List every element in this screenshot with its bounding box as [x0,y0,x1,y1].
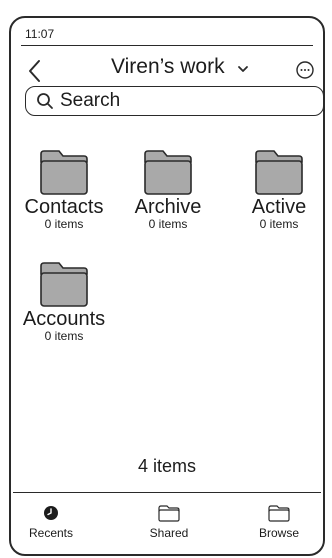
folder-icon [255,150,303,195]
folder-item[interactable]: Accounts 0 items [14,260,114,343]
folder-name: Active [251,196,307,218]
tab-recents[interactable]: Recents [16,504,86,540]
folder-icon [158,505,180,522]
folder-name: Contacts [24,196,104,218]
tab-label: Browse [258,526,299,540]
search-input[interactable]: Search [25,86,324,116]
folder-icon [40,150,88,195]
folder-count: 0 items [148,217,188,231]
folder-item[interactable]: Archive 0 items [118,148,218,231]
folder-icon [268,505,290,522]
folder-name: Archive [134,196,202,218]
title-dropdown[interactable]: Viren’s work [111,55,249,79]
item-total: 4 items [137,456,197,476]
chevron-down-icon [237,66,248,72]
tab-label: Shared [149,526,189,540]
tab-shared[interactable]: Shared [134,504,204,540]
phone-frame: 11:07 Viren’s work Search Contacts 0 ite… [9,16,325,556]
page-title: Viren’s work [111,55,225,78]
folder-item[interactable]: Active 0 items [229,148,329,231]
folder-icon [144,150,192,195]
status-time: 11:07 [25,27,55,41]
search-placeholder: Search [60,90,121,111]
tab-label: Recents [28,526,74,540]
folder-count: 0 items [44,329,84,343]
folder-count: 0 items [259,217,299,231]
folder-name: Accounts [22,308,106,330]
clock-icon [44,506,58,520]
more-options-icon[interactable] [295,60,315,80]
tab-browse[interactable]: Browse [244,504,314,540]
folder-count: 0 items [44,217,84,231]
folder-item[interactable]: Contacts 0 items [14,148,114,231]
nav-divider [13,492,321,493]
back-arrow-icon[interactable] [25,58,45,84]
status-divider [21,45,313,46]
search-icon [37,93,53,109]
folder-icon [40,262,88,307]
